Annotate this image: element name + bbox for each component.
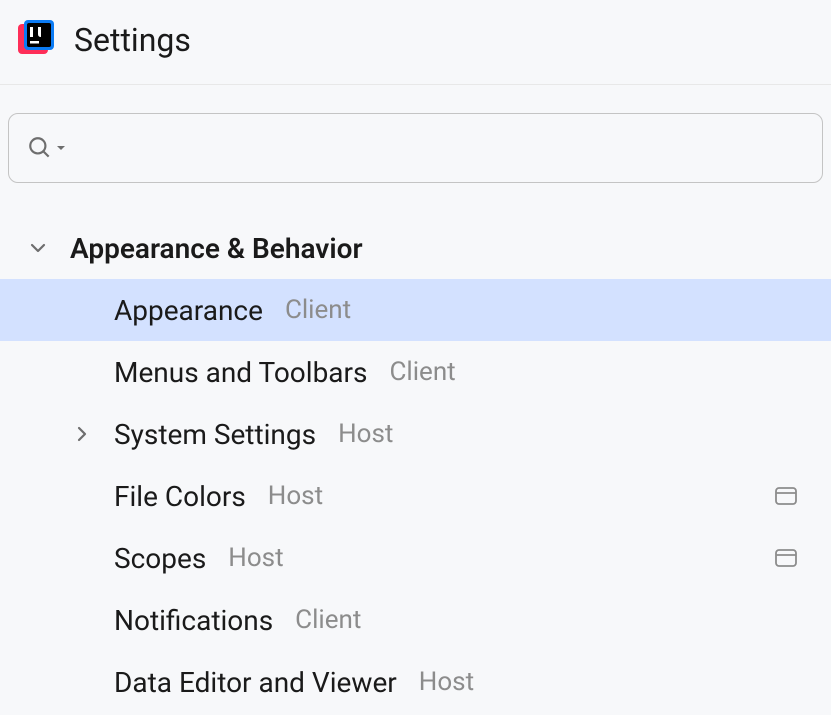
app-logo-icon: [16, 20, 56, 60]
tree-item-label: File Colors: [114, 480, 246, 513]
tree-category-label: Appearance & Behavior: [70, 232, 363, 265]
project-level-icon: [775, 487, 797, 505]
tree-item-appearance[interactable]: Appearance Client: [0, 279, 831, 341]
tree-item-notifications[interactable]: Notifications Client: [0, 589, 831, 651]
tree-item-tag: Host: [228, 543, 283, 573]
tree-item-tag: Host: [268, 481, 323, 511]
tree-item-label: Data Editor and Viewer: [114, 666, 397, 699]
search-box[interactable]: [8, 113, 823, 183]
settings-header: Settings: [0, 0, 831, 84]
project-level-icon: [775, 549, 797, 567]
tree-item-label: System Settings: [114, 418, 316, 451]
tree-item-file-colors[interactable]: File Colors Host: [0, 465, 831, 527]
dropdown-caret-icon: [56, 143, 66, 153]
tree-item-menus-toolbars[interactable]: Menus and Toolbars Client: [0, 341, 831, 403]
page-title: Settings: [74, 21, 191, 59]
search-input[interactable]: [66, 134, 804, 162]
tree-item-label: Notifications: [114, 604, 273, 637]
settings-tree: Appearance & Behavior Appearance Client …: [0, 199, 831, 713]
tree-item-tag: Client: [389, 357, 455, 387]
tree-item-label: Menus and Toolbars: [114, 356, 367, 389]
tree-item-tag: Client: [285, 295, 351, 325]
tree-item-label: Appearance: [114, 294, 263, 327]
tree-item-label: Scopes: [114, 542, 206, 575]
tree-item-system-settings[interactable]: System Settings Host: [0, 403, 831, 465]
tree-item-data-editor-viewer[interactable]: Data Editor and Viewer Host: [0, 651, 831, 713]
tree-item-tag: Host: [338, 419, 393, 449]
search-icon: [27, 135, 66, 161]
tree-item-tag: Host: [419, 667, 474, 697]
tree-item-tag: Client: [295, 605, 361, 635]
search-container: [0, 85, 831, 199]
chevron-right-icon: [72, 424, 114, 444]
chevron-down-icon: [28, 238, 70, 258]
tree-category-appearance-behavior[interactable]: Appearance & Behavior: [0, 217, 831, 279]
tree-item-scopes[interactable]: Scopes Host: [0, 527, 831, 589]
